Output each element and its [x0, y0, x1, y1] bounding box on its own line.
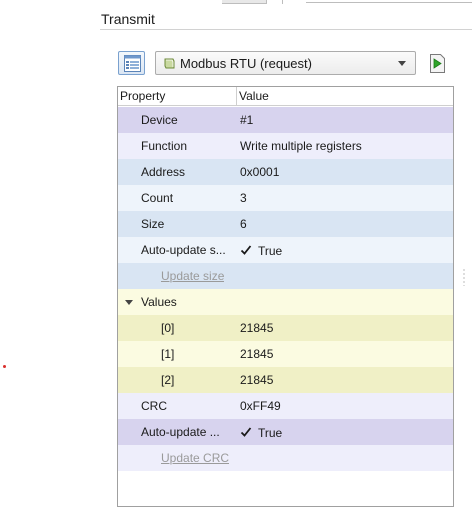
- list-view-button[interactable]: [118, 51, 145, 75]
- checkmark-icon: [240, 427, 252, 437]
- grid-row-address[interactable]: Address 0x0001: [118, 159, 453, 185]
- row-name: [0]: [161, 321, 175, 335]
- auto-update-crc-checkbox[interactable]: True: [240, 425, 282, 440]
- row-name: Auto-update ...: [141, 425, 220, 439]
- row-name: [1]: [161, 347, 175, 361]
- row-name: [2]: [161, 373, 175, 387]
- row-value[interactable]: 0x0001: [240, 165, 279, 179]
- send-play-icon[interactable]: [429, 54, 446, 73]
- grid-row-crc[interactable]: CRC 0xFF49: [118, 393, 453, 419]
- grid-row-auto-update-crc[interactable]: Auto-update ... True: [118, 419, 453, 445]
- top-tab-strip: [222, 0, 472, 4]
- row-value[interactable]: 0xFF49: [240, 399, 281, 413]
- indicator-dot: [3, 365, 6, 368]
- grid-row-values-group[interactable]: Values: [118, 289, 453, 315]
- grid-row-device[interactable]: Device #1: [118, 107, 453, 133]
- row-value[interactable]: 21845: [240, 321, 273, 335]
- row-name: Device: [141, 113, 178, 127]
- column-divider: [236, 87, 237, 105]
- grid-row-size[interactable]: Size 6: [118, 211, 453, 237]
- protocol-select-value: Modbus RTU (request): [180, 56, 312, 71]
- checkbox-label: True: [258, 244, 283, 258]
- grid-row-value-1[interactable]: [1] 21845: [118, 341, 453, 367]
- row-value[interactable]: 6: [240, 217, 247, 231]
- update-size-link[interactable]: Update size: [161, 269, 224, 283]
- grid-row-count[interactable]: Count 3: [118, 185, 453, 211]
- column-header-value[interactable]: Value: [239, 89, 269, 103]
- row-value[interactable]: 3: [240, 191, 247, 205]
- row-value[interactable]: 21845: [240, 373, 273, 387]
- tab-stub[interactable]: [222, 0, 267, 4]
- grid-row-function[interactable]: Function Write multiple registers: [118, 133, 453, 159]
- checkmark-icon: [240, 245, 252, 255]
- grid-row-update-crc: Update CRC: [118, 445, 453, 471]
- row-name: CRC: [141, 399, 167, 413]
- row-name: Address: [141, 165, 186, 179]
- auto-update-size-checkbox[interactable]: True: [240, 243, 282, 258]
- list-view-icon: [124, 55, 141, 72]
- title-divider: [100, 29, 472, 30]
- row-value[interactable]: 21845: [240, 347, 273, 361]
- update-crc-link[interactable]: Update CRC: [161, 451, 229, 465]
- chevron-down-icon: [398, 61, 406, 66]
- grid-row-value-2[interactable]: [2] 21845: [118, 367, 453, 393]
- row-value[interactable]: Write multiple registers: [240, 139, 362, 153]
- column-header-property[interactable]: Property: [120, 89, 165, 103]
- row-value[interactable]: #1: [240, 113, 253, 127]
- row-name: Size: [141, 217, 165, 231]
- tab-baseline: [306, 2, 472, 3]
- row-name: Values: [141, 295, 177, 309]
- tab-divider: [282, 0, 283, 4]
- protocol-select[interactable]: Modbus RTU (request): [155, 51, 416, 75]
- property-grid: Property Value Device #1 Function Write …: [117, 86, 454, 507]
- row-name: Count: [141, 191, 174, 205]
- row-name: Function: [141, 139, 188, 153]
- grid-row-value-0[interactable]: [0] 21845: [118, 315, 453, 341]
- property-grid-header: Property Value: [118, 87, 453, 106]
- splitter-grip[interactable]: [463, 268, 465, 286]
- row-name: Auto-update s...: [141, 243, 226, 257]
- grid-row-update-size: Update size: [118, 263, 453, 289]
- checkbox-label: True: [258, 426, 283, 440]
- triangle-down-icon[interactable]: [125, 300, 133, 305]
- section-title: Transmit: [101, 11, 155, 27]
- grid-row-auto-update-size[interactable]: Auto-update s... True: [118, 237, 453, 263]
- packet-icon: [164, 58, 175, 69]
